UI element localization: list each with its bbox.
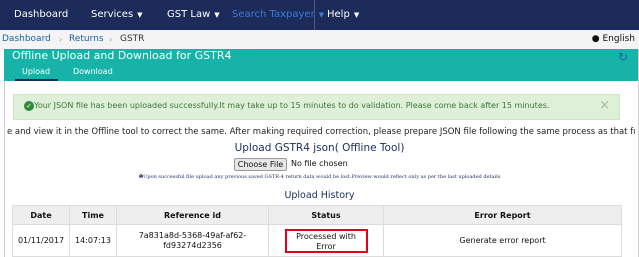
nav-divider bbox=[314, 0, 315, 30]
upload-history-title: Upload History bbox=[284, 190, 355, 201]
choose-file-button[interactable]: Choose File bbox=[234, 158, 287, 171]
language-selector[interactable]: ● English bbox=[592, 30, 635, 49]
status-line2: Error bbox=[316, 241, 336, 251]
column-header-error-report: Error Report bbox=[383, 205, 622, 225]
nav-dashboard[interactable]: Dashboard bbox=[14, 0, 68, 30]
caret-down-icon: ▼ bbox=[137, 11, 143, 19]
cell-status: Processed with Error bbox=[268, 224, 384, 257]
tab-upload[interactable]: Upload bbox=[22, 67, 50, 76]
table-row: 01/11/2017 14:07:13 7a831a8d-5368-49af-a… bbox=[12, 224, 622, 257]
refresh-icon[interactable]: ↻ bbox=[618, 50, 628, 64]
breadcrumb-gstr: GSTR bbox=[120, 34, 145, 44]
nav-search-taxpayer-label: Search Taxpayer bbox=[232, 9, 315, 20]
breadcrumb-returns[interactable]: Returns bbox=[69, 30, 104, 49]
caret-down-icon: ▼ bbox=[214, 11, 220, 19]
breadcrumb-separator: › bbox=[59, 35, 63, 44]
instruction-text: e and view it in the Offline tool to cor… bbox=[7, 127, 635, 137]
nav-gst-law-label: GST Law bbox=[167, 9, 211, 20]
table-header-row: Date Time Reference id Status Error Repo… bbox=[12, 205, 622, 225]
caret-down-icon: ▼ bbox=[318, 11, 325, 19]
file-status: No file chosen bbox=[291, 159, 348, 168]
nav-gst-law[interactable]: GST Law ▼ bbox=[167, 0, 220, 30]
caret-down-icon: ▼ bbox=[353, 11, 360, 19]
nav-help[interactable]: Help ▼ bbox=[327, 0, 359, 30]
column-header-reference-id: Reference id bbox=[116, 205, 269, 225]
top-navbar: Dashboard Services ▼ GST Law ▼ Search Taxp… bbox=[0, 0, 639, 30]
nav-search-taxpayer[interactable]: Search Taxpayer ▼ bbox=[232, 0, 324, 30]
column-header-status: Status bbox=[268, 205, 384, 225]
cell-reference-id: 7a831a8d-5368-49af-af62- fd93274d2356 bbox=[116, 224, 269, 257]
cell-date: 01/11/2017 bbox=[12, 224, 70, 257]
upload-title: Upload GSTR4 json( Offline Tool) bbox=[234, 142, 405, 154]
breadcrumb: Dashboard › Returns › GSTR ● English bbox=[0, 30, 639, 49]
check-circle-icon: ✓ bbox=[24, 101, 34, 111]
status-highlight-box: Processed with Error bbox=[284, 228, 368, 253]
panel-header: Offline Upload and Download for GSTR4 ↻ … bbox=[4, 49, 638, 81]
nav-services-label: Services bbox=[91, 9, 134, 20]
breadcrumb-separator: › bbox=[109, 35, 113, 44]
nav-dashboard-label: Dashboard bbox=[14, 9, 69, 20]
column-header-time: Time bbox=[69, 205, 117, 225]
generate-error-report-link[interactable]: Generate error report bbox=[383, 224, 622, 257]
upload-note: ❶Upon successful file upload any previou… bbox=[0, 174, 639, 180]
alert-message: Your JSON file has been uploaded success… bbox=[34, 101, 550, 110]
column-header-date: Date bbox=[12, 205, 70, 225]
upload-note-text: Upon successful file upload any previous… bbox=[143, 174, 501, 180]
status-line1: Processed with bbox=[296, 231, 356, 241]
nav-services[interactable]: Services ▼ bbox=[91, 0, 143, 30]
language-label: English bbox=[602, 34, 636, 44]
breadcrumb-dashboard[interactable]: Dashboard bbox=[2, 30, 51, 49]
reference-id-line2: fd93274d2356 bbox=[163, 240, 222, 250]
globe-icon: ● bbox=[591, 34, 600, 44]
tab-download[interactable]: Download bbox=[73, 67, 113, 76]
cell-time: 14:07:13 bbox=[69, 224, 117, 257]
panel-title: Offline Upload and Download for GSTR4 bbox=[12, 49, 232, 62]
active-tab-indicator bbox=[15, 79, 58, 81]
success-alert: ✓ Your JSON file has been uploaded succe… bbox=[13, 94, 620, 120]
close-icon[interactable]: × bbox=[599, 98, 610, 113]
reference-id-line1: 7a831a8d-5368-49af-af62- bbox=[138, 230, 247, 240]
upload-history-table: Date Time Reference id Status Error Repo… bbox=[12, 205, 622, 257]
nav-help-label: Help bbox=[327, 9, 350, 20]
